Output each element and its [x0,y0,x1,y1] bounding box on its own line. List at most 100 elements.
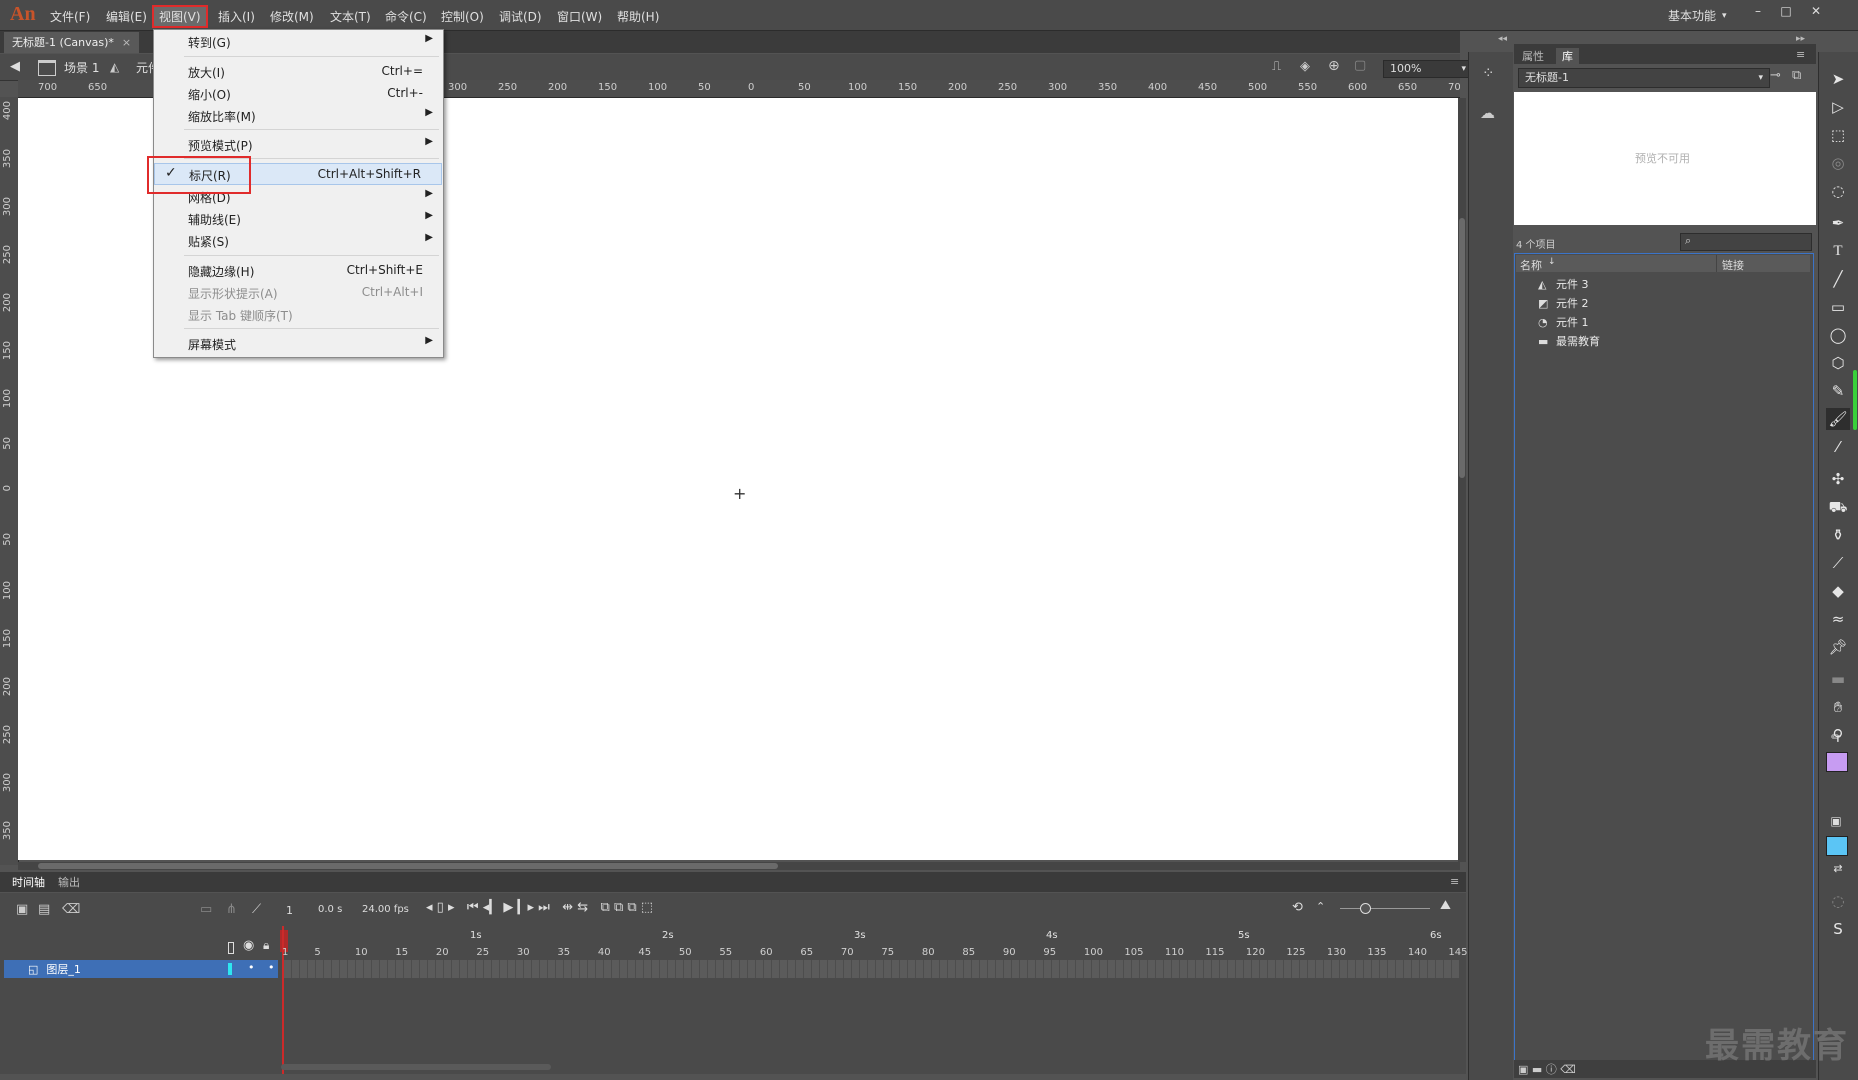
tab-output[interactable]: 输出 [58,874,80,890]
3d-rotation-tool-icon[interactable]: ◎ [1826,152,1850,174]
ink-bottle-tool-icon[interactable]: ⚱ [1826,524,1850,546]
back-arrow-icon[interactable]: ◀ [10,59,20,74]
eye-icon[interactable]: ◉ [243,938,254,953]
layer-parent-icon[interactable]: ⋔ [226,902,237,917]
menu-item-zoom-in[interactable]: 放大(I) Ctrl+= [154,61,443,81]
menu-item-preview-mode[interactable]: 预览模式(P) ▶ [154,134,443,154]
line-tool-icon[interactable]: ╱ [1826,268,1850,290]
vertical-scrollbar[interactable] [1458,98,1466,862]
tab-properties[interactable]: 属性 [1522,48,1544,64]
library-actions-icon[interactable]: ▣ ▬ ⓘ ⌫ [1518,1061,1576,1077]
swap-colors-icon[interactable]: ⇄ [1826,858,1850,880]
scene-breadcrumb[interactable]: 场景 1 [64,59,99,76]
scroll-thumb[interactable] [1459,218,1465,478]
menu-item-screen-mode[interactable]: 屏幕模式 ▶ [154,333,443,353]
workspace-switcher[interactable]: 基本功能 ▾ [1668,7,1727,24]
maximize-button[interactable]: □ [1773,4,1799,20]
column-linkage[interactable]: 链接 [1722,257,1744,273]
layer-lock-dot[interactable]: • [268,961,275,974]
loop-icon[interactable]: ⟲ [1292,900,1303,915]
polystar-tool-icon[interactable]: ⬡ [1826,352,1850,374]
lock-icon[interactable]: 🔒︎ [263,938,269,953]
paint-bucket-tool-icon[interactable]: ⛟ [1826,496,1850,518]
frame-rate[interactable]: 24.00 fps [362,904,409,915]
menu-item-magnification[interactable]: 缩放比率(M) ▶ [154,105,443,125]
eraser-tool-icon[interactable]: ◆ [1826,580,1850,602]
menu-file[interactable]: 文件(F) [50,8,90,25]
close-button[interactable]: ✕ [1803,4,1829,20]
cc-libraries-icon[interactable]: ☁ [1480,104,1495,122]
fill-color-swatch[interactable] [1826,836,1848,856]
menu-item-zoom-out[interactable]: 缩小(O) Ctrl+- [154,83,443,103]
paint-brush-tool-icon[interactable]: 🖌︎ [1826,408,1850,430]
library-search-input[interactable]: ⌕ [1680,233,1812,251]
graph-icon[interactable]: ⟋ [252,902,261,917]
minimize-button[interactable]: – [1745,4,1771,20]
camera-tool-icon[interactable]: ▬ [1826,668,1850,690]
smooth-icon[interactable]: S [1826,918,1850,940]
sort-arrow-icon[interactable]: ↓ [1548,257,1556,267]
current-time[interactable]: 0.0 s [318,904,342,915]
clapper-icon[interactable]: ⎍ [1272,59,1281,74]
stroke-color-swatch[interactable] [1826,752,1848,772]
camera-icon[interactable]: ▭ [200,902,212,917]
horizontal-scrollbar[interactable] [18,862,1460,870]
menu-text[interactable]: 文本(T) [330,8,371,25]
menu-item-goto[interactable]: 转到(G) ▶ [154,31,443,51]
clip-icon[interactable]: ▢ [1354,58,1366,73]
mountain-icon[interactable]: ⛰ [1440,898,1451,913]
expand-arrows-icon[interactable]: ▸▸ [1796,34,1805,44]
bone-tool-icon[interactable]: ✣ [1826,468,1850,490]
menu-window[interactable]: 窗口(W) [557,8,602,25]
timeline-scroll-thumb[interactable] [281,1064,551,1070]
tab-library[interactable]: 库 [1556,48,1579,64]
selection-tool-icon[interactable]: ➤ [1826,68,1850,90]
tab-timeline[interactable]: 时间轴 [12,874,45,890]
menu-control[interactable]: 控制(O) [441,8,484,25]
library-item[interactable]: ◔ 元件 1 [1538,314,1589,330]
menu-modify[interactable]: 修改(M) [270,8,314,25]
current-frame[interactable]: 1 [286,904,293,917]
menu-item-guides[interactable]: 辅助线(E) ▶ [154,208,443,228]
library-item[interactable]: ◭ 元件 3 [1538,276,1589,292]
menu-commands[interactable]: 命令(C) [385,8,427,25]
eyedropper-tool-icon[interactable]: ⟋ [1826,552,1850,574]
oval-tool-icon[interactable]: ◯ [1826,324,1850,346]
playback-controls-icon[interactable]: ◂ ▯ ▸ ⏮ ◂▎ ▶ ▎▸ ⏭ ⇹ ⇆ ⧉ ⧉ ⧉ ⬚ [426,900,653,915]
rectangle-tool-icon[interactable]: ▭ [1826,296,1850,318]
brush-tool-icon[interactable]: ⁄ [1826,436,1850,458]
library-item[interactable]: ◩ 元件 2 [1538,295,1589,311]
slider-handle[interactable] [1360,903,1371,914]
zoom-select[interactable]: 100% ▾ [1383,60,1471,78]
pin-icon[interactable]: ⊸ [1770,68,1781,83]
new-folder-icon[interactable]: ▤ [38,902,50,917]
menu-edit[interactable]: 编辑(E) [106,8,147,25]
center-stage-icon[interactable]: ⊕ [1328,58,1340,74]
pen-tool-icon[interactable]: ✒ [1826,212,1850,234]
menu-view[interactable]: 视图(V) [152,5,208,28]
new-layer-icon[interactable]: ▣ [16,902,28,917]
panel-menu-icon[interactable]: ≡ [1796,48,1805,61]
frame-zoom-slider[interactable] [1340,908,1430,909]
layer-row[interactable]: ◱ 图层_1 • • [4,960,278,978]
frame-row[interactable] [284,960,1459,978]
hand-tool-icon[interactable]: ✋︎ [1826,696,1850,718]
subselection-tool-icon[interactable]: ▷ [1826,96,1850,118]
scroll-thumb[interactable] [38,863,778,869]
document-tab[interactable]: 无标题-1 (Canvas)* × [4,32,140,53]
pencil-tool-icon[interactable]: ✎ [1826,380,1850,402]
chevron-up-icon[interactable]: ⌃ [1316,900,1325,913]
menu-item-snapping[interactable]: 贴紧(S) ▶ [154,230,443,250]
layer-visible-dot[interactable]: • [248,961,255,974]
column-name[interactable]: 名称 [1520,257,1542,273]
outline-icon[interactable] [228,942,234,954]
menu-help[interactable]: 帮助(H) [617,8,659,25]
free-transform-tool-icon[interactable]: ⬚ [1826,124,1850,146]
library-item[interactable]: ▬ 最需教育 [1538,333,1600,349]
lasso-tool-icon[interactable]: ◌ [1826,180,1850,202]
menu-item-hide-edges[interactable]: 隐藏边缘(H) Ctrl+Shift+E [154,260,443,280]
snap-icon[interactable]: ◌ [1826,890,1850,912]
new-library-panel-icon[interactable]: ⧉ [1792,68,1801,83]
asset-warp-tool-icon[interactable]: 📌︎ [1826,636,1850,658]
delete-icon[interactable]: ⌫ [62,902,80,917]
